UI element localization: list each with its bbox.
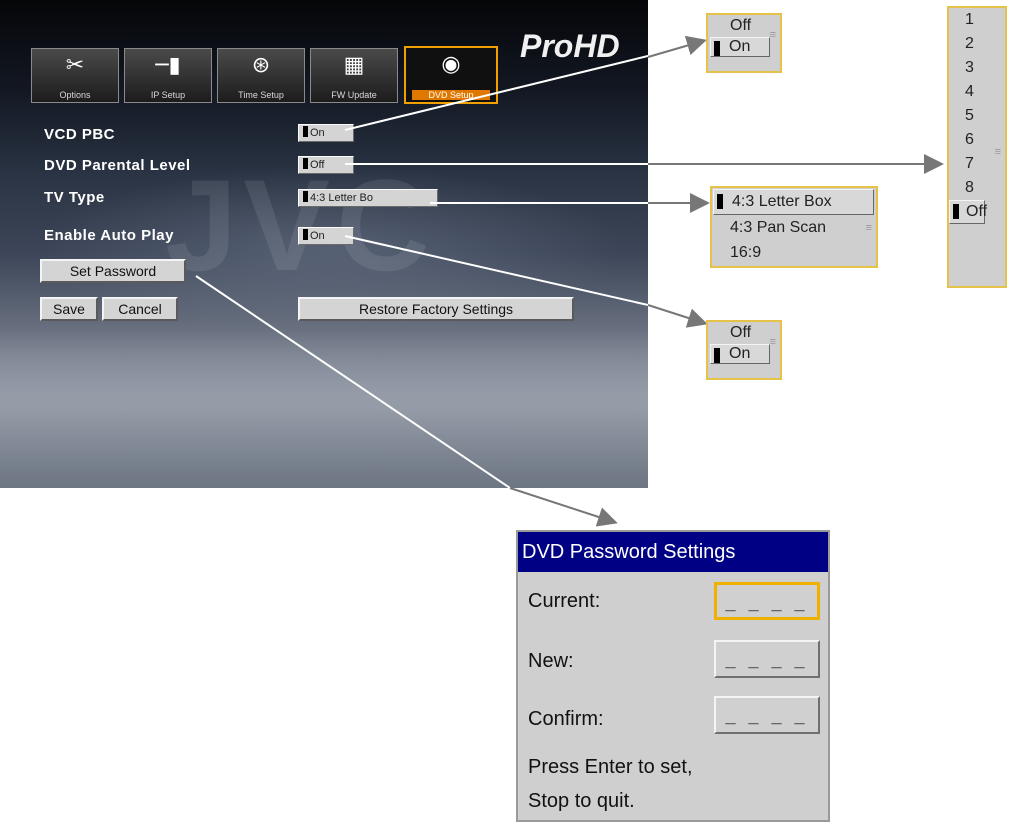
option-16-9[interactable]: 16:9 xyxy=(712,241,876,265)
tv-type-popup: 4:3 Letter Box 4:3 Pan Scan 16:9 ≡ xyxy=(710,186,878,268)
callout-line-auto-play xyxy=(344,235,649,306)
option-label: On xyxy=(729,38,751,55)
callout-arrow-auto-play xyxy=(647,304,708,328)
option-pan-scan[interactable]: 4:3 Pan Scan xyxy=(712,215,876,241)
option-off-selected[interactable]: Off xyxy=(949,200,988,224)
callout-line-vcd-pbc xyxy=(344,54,653,131)
confirm-password-label: Confirm: xyxy=(528,708,604,730)
current-password-label: Current: xyxy=(528,590,601,612)
callout-line-password xyxy=(195,275,511,489)
confirm-password-field[interactable]: _ _ _ _ xyxy=(714,696,820,734)
option-on-selected[interactable]: On xyxy=(710,344,770,364)
auto-play-popup: Off On ≡ xyxy=(706,320,782,380)
parental-level-popup: 1 2 3 4 5 6 7 8 Off ≡ xyxy=(947,6,1007,288)
option-4[interactable]: 4 xyxy=(949,80,1005,104)
dvd-password-dialog: DVD Password Settings Current: _ _ _ _ N… xyxy=(516,530,830,822)
option-on-selected[interactable]: On xyxy=(710,37,770,57)
selection-marker xyxy=(714,348,720,363)
dialog-title: DVD Password Settings xyxy=(518,532,828,572)
vcd-pbc-popup: Off On ≡ xyxy=(706,13,782,73)
callout-lines xyxy=(195,35,944,527)
option-5[interactable]: 5 xyxy=(949,104,1005,128)
option-8[interactable]: 8 xyxy=(949,176,1005,200)
option-2[interactable]: 2 xyxy=(949,32,1005,56)
option-3[interactable]: 3 xyxy=(949,56,1005,80)
help-text-line-2: Stop to quit. xyxy=(528,790,635,812)
scroll-indicator: ≡ xyxy=(994,146,1001,158)
new-password-label: New: xyxy=(528,650,574,672)
help-text-line-1: Press Enter to set, xyxy=(528,756,693,778)
new-password-field[interactable]: _ _ _ _ xyxy=(714,640,820,678)
scroll-indicator: ≡ xyxy=(769,29,776,41)
option-label: Off xyxy=(966,203,988,220)
selection-marker xyxy=(714,41,720,56)
option-label: On xyxy=(729,345,751,362)
option-letter-box-selected[interactable]: 4:3 Letter Box xyxy=(713,189,874,215)
option-label: 4:3 Letter Box xyxy=(732,193,832,210)
scroll-indicator: ≡ xyxy=(769,336,776,348)
callout-arrow-vcd-pbc xyxy=(647,35,707,58)
selection-marker xyxy=(953,204,959,219)
scroll-indicator: ≡ xyxy=(865,222,872,234)
option-1[interactable]: 1 xyxy=(949,8,1005,32)
current-password-field[interactable]: _ _ _ _ xyxy=(714,582,820,620)
selection-marker xyxy=(717,194,723,209)
callout-arrow-password xyxy=(509,487,618,527)
